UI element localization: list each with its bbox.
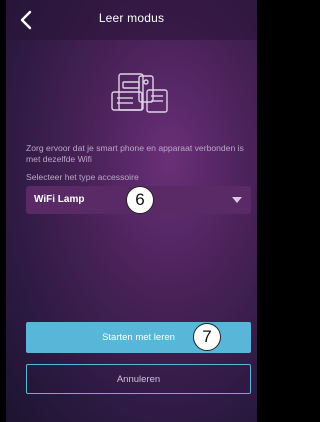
top-bar: Leer modus bbox=[6, 0, 257, 40]
accessory-type-value: WiFi Lamp bbox=[34, 194, 85, 205]
cancel-label: Annuleren bbox=[116, 374, 161, 385]
cancel-button[interactable]: Annuleren bbox=[26, 364, 251, 394]
page-title: Leer modus bbox=[98, 11, 165, 25]
dropdown-arrow-icon bbox=[232, 197, 242, 203]
devices-icon bbox=[111, 73, 168, 113]
accessory-type-label: Selecteer het type accessoire bbox=[26, 172, 139, 182]
wifi-instruction-text: Zorg ervoor dat je smart phone en appara… bbox=[26, 143, 244, 164]
step-marker-6: 6 bbox=[126, 186, 154, 214]
app-screen: Leer modus Zorg ervoor dat je smart phon… bbox=[6, 0, 257, 422]
step-marker-7: 7 bbox=[193, 323, 221, 351]
